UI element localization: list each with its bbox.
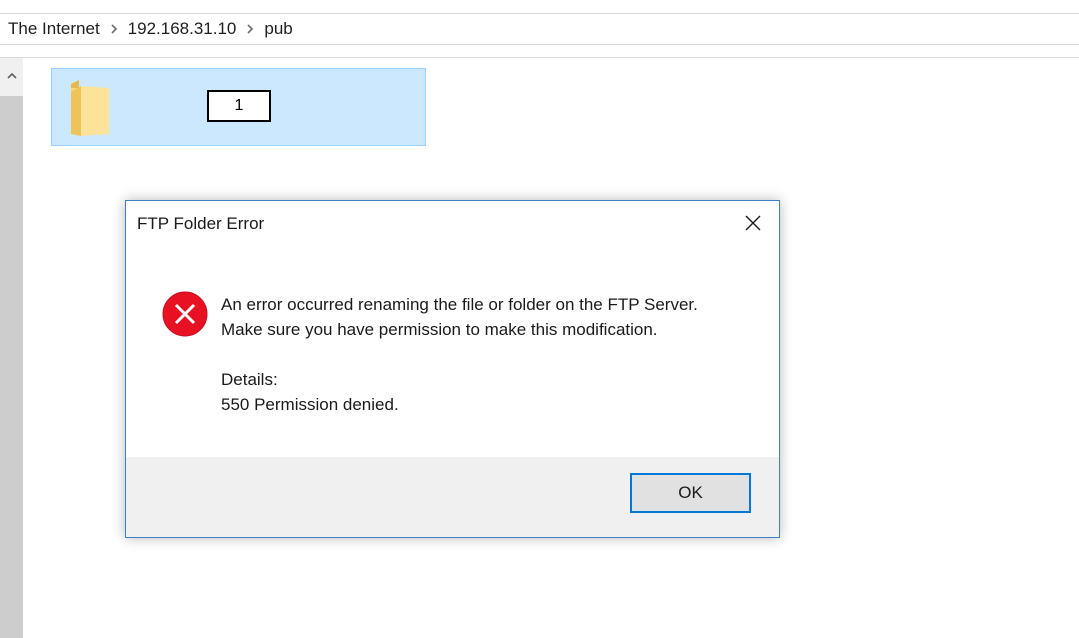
breadcrumb[interactable]: The Internet 192.168.31.10 pub (0, 14, 1079, 45)
folder-icon (71, 80, 109, 136)
close-icon[interactable] (741, 211, 765, 235)
error-icon (162, 291, 208, 337)
scroll-thumb[interactable] (0, 96, 23, 638)
breadcrumb-item-pub[interactable]: pub (262, 19, 294, 39)
chevron-right-icon[interactable] (238, 19, 262, 39)
breadcrumb-item-server[interactable]: 192.168.31.10 (126, 19, 239, 39)
explorer-window: The Internet 192.168.31.10 pub 1 FTP Fol… (0, 0, 1079, 638)
folder-item[interactable]: 1 (51, 68, 426, 146)
vertical-scrollbar[interactable] (0, 58, 23, 638)
ok-button[interactable]: OK (630, 473, 751, 513)
scroll-up-button[interactable] (0, 58, 23, 94)
breadcrumb-item-the-internet[interactable]: The Internet (6, 19, 102, 39)
divider (0, 57, 1079, 58)
error-message: An error occurred renaming the file or f… (221, 292, 698, 342)
details-text: 550 Permission denied. (221, 395, 399, 414)
ribbon-edge (0, 0, 1079, 14)
error-dialog: FTP Folder Error An error occurred renam… (125, 200, 780, 538)
details-label: Details: (221, 370, 278, 389)
chevron-up-icon (6, 72, 17, 79)
error-message-line: Make sure you have permission to make th… (221, 320, 658, 339)
error-details: Details: 550 Permission denied. (221, 367, 399, 417)
chevron-right-icon[interactable] (102, 19, 126, 39)
dialog-title: FTP Folder Error (137, 214, 265, 233)
error-message-line: An error occurred renaming the file or f… (221, 295, 698, 314)
rename-input[interactable]: 1 (207, 90, 271, 122)
dialog-footer: OK (126, 457, 779, 537)
